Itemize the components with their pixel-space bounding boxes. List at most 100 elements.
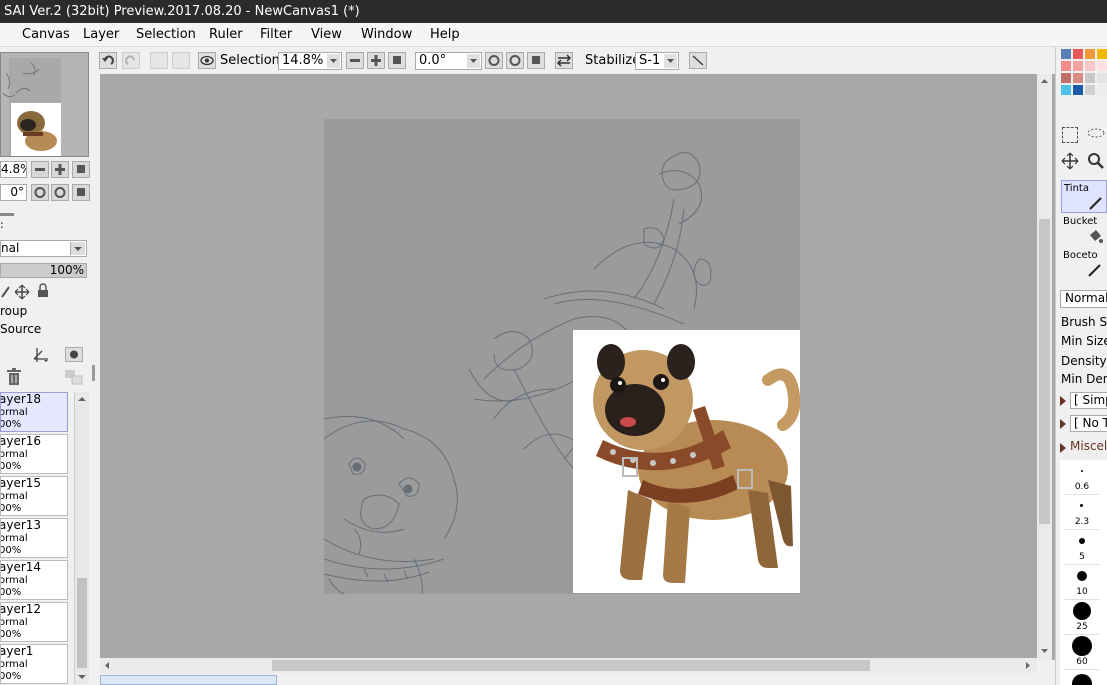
zoom-field[interactable]: 4.8% <box>0 161 27 178</box>
swatch[interactable] <box>1085 61 1095 71</box>
magnifier-icon[interactable] <box>1087 152 1105 173</box>
swatch[interactable] <box>1085 49 1095 59</box>
rotate-right-button[interactable] <box>506 52 524 69</box>
swatch[interactable] <box>1073 85 1083 95</box>
select-all-button[interactable] <box>172 52 190 69</box>
angle-field[interactable]: 0° <box>0 184 27 201</box>
canvas-viewport[interactable] <box>100 74 1055 673</box>
menu-layer[interactable]: Layer <box>83 27 119 42</box>
zoom-out-button[interactable] <box>31 161 49 178</box>
layer-blend-mode-select[interactable]: nal <box>0 240 87 257</box>
scrollbar-thumb[interactable] <box>272 660 870 671</box>
expand-arrow-icon[interactable] <box>1060 418 1066 432</box>
menu-window[interactable]: Window <box>361 27 412 42</box>
rotate-left-button[interactable] <box>485 52 503 69</box>
shape-option-select[interactable]: [ Simple <box>1070 392 1107 409</box>
swatch[interactable] <box>1085 85 1095 95</box>
mask-icon[interactable] <box>65 347 83 362</box>
zoom-out-button[interactable] <box>346 52 364 69</box>
ruler-icon[interactable] <box>32 345 50 366</box>
swatch[interactable] <box>1073 49 1083 59</box>
selection-source-label[interactable]: Source <box>0 322 41 336</box>
zoom-reset-button[interactable] <box>388 52 406 69</box>
scroll-down-icon[interactable] <box>75 670 89 684</box>
brush-size-preset[interactable]: 60 <box>1064 635 1100 670</box>
brush-size-preset[interactable]: 2.3 <box>1064 495 1100 530</box>
redo-button[interactable] <box>122 52 140 69</box>
swatch[interactable] <box>1097 73 1107 83</box>
rotate-reset-button[interactable] <box>527 52 545 69</box>
menu-canvas[interactable]: Canvas <box>22 27 70 42</box>
angle-select[interactable]: 0.0° <box>415 52 482 70</box>
rotate-right-button[interactable] <box>51 184 69 201</box>
swatch[interactable] <box>1097 49 1107 59</box>
undo-button[interactable] <box>99 52 117 69</box>
scroll-down-icon[interactable] <box>1038 644 1051 657</box>
menu-filter[interactable]: Filter <box>260 27 292 42</box>
expand-arrow-icon[interactable] <box>1060 395 1066 409</box>
navigator-preview[interactable] <box>0 52 89 157</box>
layer-item[interactable]: ayer1 ormal 00% <box>0 644 68 684</box>
marquee-icon[interactable] <box>1062 127 1078 143</box>
menu-help[interactable]: Help <box>430 27 460 42</box>
layer-item[interactable]: ayer15 ormal 00% <box>0 476 68 516</box>
straight-line-button[interactable] <box>689 52 707 69</box>
layer-item[interactable]: ayer16 ormal 00% <box>0 434 68 474</box>
lock-icon[interactable] <box>35 283 51 302</box>
menu-view[interactable]: View <box>311 27 342 42</box>
flip-horizontal-button[interactable] <box>555 52 573 69</box>
scroll-left-icon[interactable] <box>101 659 114 672</box>
brush-blend-mode-select[interactable]: Normal <box>1060 290 1107 308</box>
swatch[interactable] <box>1085 73 1095 83</box>
merge-layer-icon[interactable] <box>64 369 84 390</box>
zoom-select[interactable]: 14.8% <box>278 52 342 70</box>
canvas-horizontal-scrollbar[interactable] <box>100 658 1037 673</box>
scroll-right-icon[interactable] <box>1021 659 1034 672</box>
expand-arrow-icon[interactable] <box>1060 442 1066 456</box>
menu-ruler[interactable]: Ruler <box>209 27 243 42</box>
scroll-up-icon[interactable] <box>1038 75 1051 88</box>
canvas-vertical-scrollbar[interactable] <box>1037 74 1052 660</box>
swatch[interactable] <box>1061 49 1071 59</box>
scrollbar-thumb[interactable] <box>1039 219 1050 524</box>
swatch[interactable] <box>1097 85 1107 95</box>
trash-icon[interactable] <box>6 368 22 389</box>
rotate-left-button[interactable] <box>31 184 49 201</box>
lasso-icon[interactable] <box>1086 127 1106 146</box>
panel-splitter[interactable] <box>92 365 95 381</box>
tool-tinta[interactable]: Tinta <box>1061 180 1107 213</box>
layer-opacity-bar[interactable]: 100% <box>0 263 87 278</box>
brush-size-preset[interactable]: 10 <box>1064 565 1100 600</box>
layer-item[interactable]: ayer13 ormal 00% <box>0 518 68 558</box>
scrollbar-thumb[interactable] <box>77 578 87 668</box>
swatch[interactable] <box>1061 73 1071 83</box>
slider-handle[interactable] <box>0 213 14 216</box>
menu-selection[interactable]: Selection <box>136 27 196 42</box>
layer-list-scrollbar[interactable] <box>74 392 89 684</box>
layer-item[interactable]: ayer14 ormal 00% <box>0 560 68 600</box>
deselect-button[interactable] <box>150 52 168 69</box>
eye-toggle-button[interactable] <box>198 52 216 69</box>
brush-size-preset[interactable]: 25 <box>1064 600 1100 635</box>
move-icon[interactable] <box>1061 152 1079 173</box>
tool-bucket[interactable]: Bucket <box>1061 214 1107 247</box>
brush-size-preset[interactable] <box>1064 670 1100 685</box>
canvas-paper[interactable] <box>324 119 800 594</box>
swatch[interactable] <box>1061 61 1071 71</box>
canvas-tab[interactable] <box>100 675 277 685</box>
move-icon[interactable] <box>14 284 30 303</box>
zoom-in-button[interactable] <box>367 52 385 69</box>
swatch[interactable] <box>1097 61 1107 71</box>
angle-reset-button[interactable] <box>72 184 90 201</box>
zoom-reset-button[interactable] <box>72 161 90 178</box>
layer-item[interactable]: ayer12 ormal 00% <box>0 602 68 642</box>
miscellaneous-label[interactable]: Miscella <box>1070 439 1107 453</box>
pencil-icon[interactable] <box>0 285 12 302</box>
zoom-in-button[interactable] <box>51 161 69 178</box>
stabilizer-select[interactable]: S-1 <box>635 52 679 70</box>
clipping-group-label[interactable]: roup <box>0 304 27 318</box>
layer-item[interactable]: ayer18 ormal 00% <box>0 392 68 432</box>
swatch[interactable] <box>1073 73 1083 83</box>
texture-option-select[interactable]: [ No Te <box>1070 415 1107 432</box>
scroll-up-icon[interactable] <box>75 392 89 406</box>
